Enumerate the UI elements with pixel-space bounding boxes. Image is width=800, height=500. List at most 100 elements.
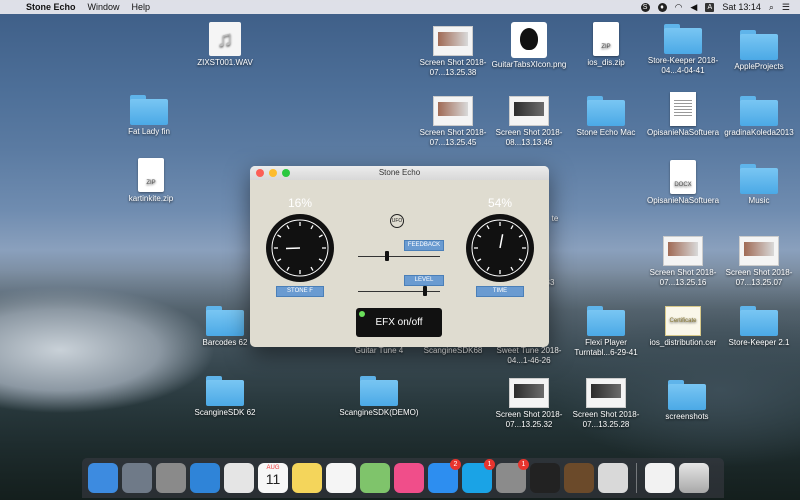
close-button[interactable] xyxy=(256,169,264,177)
system-preferences-icon[interactable]: 1 xyxy=(496,459,529,493)
launchpad-icon[interactable] xyxy=(122,463,152,493)
level-label: LEVEL xyxy=(404,275,444,286)
desktop-icon-png[interactable]: GuitarTabsXIcon.png xyxy=(486,22,572,70)
knob-pointer xyxy=(499,234,504,249)
desktop-icon-zip[interactable]: ZIP ios_dis.zip xyxy=(563,22,649,68)
feedback-slider-thumb[interactable] xyxy=(384,251,389,261)
screenshot-file-icon xyxy=(663,236,703,266)
menu-help[interactable]: Help xyxy=(132,2,151,12)
desktop-icon-folder[interactable]: Flexi Player Turntabl...6-29-41 xyxy=(563,306,649,358)
folder-icon xyxy=(664,24,702,54)
desktop-icon-screenshot[interactable]: Screen Shot 2018-07...13.25.32 xyxy=(486,378,572,430)
desktop-icon-folder[interactable]: ScangineSDK(DEMO) xyxy=(336,376,422,418)
spotlight-icon[interactable]: ⌕ xyxy=(769,2,774,13)
window-titlebar[interactable]: Stone Echo xyxy=(250,166,549,180)
xcode-icon[interactable] xyxy=(190,463,220,493)
folder-icon xyxy=(740,30,778,60)
dock-separator xyxy=(636,463,637,493)
reminders-icon[interactable] xyxy=(326,463,356,493)
desktop-icon-label[interactable]: Sweet Tune 2018-04...1-46-26 xyxy=(486,344,572,366)
folder-icon xyxy=(206,376,244,406)
zip-file-icon: ZIP xyxy=(138,158,164,192)
screenshot-file-icon xyxy=(433,26,473,56)
finder-icon[interactable] xyxy=(88,463,118,493)
calculator-icon[interactable] xyxy=(156,463,186,493)
dock: AUG 11 2 1 1 xyxy=(82,458,724,498)
folder-icon xyxy=(360,376,398,406)
desktop-icon-folder[interactable]: gradinaKoleda2013 xyxy=(716,96,800,138)
screenshot-file-icon xyxy=(509,378,549,408)
window-title: Stone Echo xyxy=(378,168,421,177)
calendar-icon[interactable]: AUG 11 xyxy=(258,463,288,493)
itunes-icon[interactable] xyxy=(394,463,424,493)
desktop-icon-screenshot[interactable]: Screen Shot 2018-07...13.25.07 xyxy=(716,236,800,288)
notification-badge: 1 xyxy=(484,459,495,470)
folder-icon xyxy=(587,96,625,126)
guitar-pick-icon xyxy=(511,22,547,58)
ufo-button[interactable]: UFO xyxy=(390,214,404,228)
screenshot-file-icon xyxy=(586,378,626,408)
desktop-icon-screenshot[interactable]: Screen Shot 2018-08...13.13.46 xyxy=(486,96,572,148)
desktop-icon-doc[interactable]: OpisanieNaSoftuera xyxy=(640,92,726,138)
skype-status-icon[interactable]: S xyxy=(640,2,650,12)
desktop-icon-folder[interactable]: Store-Keeper 2018-04...4-04-41 xyxy=(640,24,726,76)
status-area: S ♦ ◠ ◀ A Sat 13:14 ⌕ ☰ xyxy=(640,0,790,14)
docx-file-icon: DOCX xyxy=(670,160,696,194)
time-knob[interactable] xyxy=(466,214,534,282)
trash-icon[interactable] xyxy=(679,463,709,493)
terminal-icon[interactable] xyxy=(530,463,560,493)
guitar-app-icon[interactable] xyxy=(564,463,594,493)
stone-echo-window[interactable]: Stone Echo 16% STONE F UFO FEEDBACK LEVE… xyxy=(250,166,549,347)
zoom-button[interactable] xyxy=(282,169,290,177)
desktop-icon-screenshot[interactable]: Screen Shot 2018-07...13.25.28 xyxy=(563,378,649,430)
minimize-button[interactable] xyxy=(269,169,277,177)
desktop-icon-zip[interactable]: ZIP kartinkite.zip xyxy=(108,158,194,204)
appstore-icon[interactable]: 2 xyxy=(428,459,461,493)
desktop-icon-folder[interactable]: screenshots xyxy=(644,380,730,422)
menu-app-name[interactable]: Stone Echo xyxy=(26,2,76,12)
desktop-icon-docx[interactable]: DOCX OpisanieNaSoftuera xyxy=(640,160,726,206)
feedback-slider[interactable] xyxy=(358,256,440,257)
wifi-icon[interactable]: ◠ xyxy=(675,2,683,13)
desktop-icon-folder[interactable]: Stone Echo Mac xyxy=(563,96,649,138)
folder-icon xyxy=(668,380,706,410)
desktop-icon-folder[interactable]: AppleProjects xyxy=(716,30,800,72)
desktop-icon-screenshot[interactable]: Screen Shot 2018-07...13.25.38 xyxy=(410,26,496,78)
skype-icon[interactable]: 1 xyxy=(462,459,495,493)
chrome-icon[interactable] xyxy=(224,463,254,493)
desktop-icon-folder[interactable]: ScangineSDK 62 xyxy=(182,376,268,418)
maps-icon[interactable] xyxy=(360,463,390,493)
stone-label: STONE F xyxy=(276,286,324,297)
screenshot-file-icon xyxy=(433,96,473,126)
level-slider-thumb[interactable] xyxy=(423,286,428,296)
menu-list-icon[interactable]: ☰ xyxy=(782,2,790,13)
music-file-icon[interactable] xyxy=(645,463,675,493)
stone-echo-icon[interactable] xyxy=(598,463,628,493)
desktop-icon-screenshot[interactable]: Screen Shot 2018-07...13.25.45 xyxy=(410,96,496,148)
volume-icon[interactable]: ◀ xyxy=(690,2,697,13)
folder-icon xyxy=(587,306,625,336)
notes-icon[interactable] xyxy=(292,463,322,493)
efx-button-label: EFX on/off xyxy=(375,317,423,328)
desktop-icon-cert[interactable]: Certificate ios_distribution.cer xyxy=(640,306,726,348)
notification-badge: 1 xyxy=(518,459,529,470)
screenshot-file-icon xyxy=(739,236,779,266)
clock[interactable]: Sat 13:14 xyxy=(722,2,761,12)
time-percent: 54% xyxy=(487,196,513,210)
menu-window[interactable]: Window xyxy=(88,2,120,12)
folder-icon xyxy=(740,306,778,336)
folder-icon xyxy=(206,306,244,336)
desktop-icon-folder[interactable]: Music xyxy=(716,164,800,206)
keyboard-input-icon[interactable]: A xyxy=(705,2,715,12)
music-file-icon: ♫ xyxy=(209,22,241,56)
level-slider[interactable] xyxy=(358,291,440,292)
zip-file-icon: ZIP xyxy=(593,22,619,56)
stone-knob[interactable] xyxy=(266,214,334,282)
efx-toggle-button[interactable]: EFX on/off xyxy=(356,308,442,337)
screenshot-file-icon xyxy=(509,96,549,126)
desktop-icon-folder[interactable]: Store-Keeper 2.1 xyxy=(716,306,800,348)
desktop-icon-wav[interactable]: ♫ ZIXST001.WAV xyxy=(182,22,268,68)
desktop-icon-screenshot[interactable]: Screen Shot 2018-07...13.25.16 xyxy=(640,236,726,288)
desktop-icon-folder[interactable]: Fat Lady fin xyxy=(106,95,192,137)
shield-icon[interactable]: ♦ xyxy=(657,2,667,12)
